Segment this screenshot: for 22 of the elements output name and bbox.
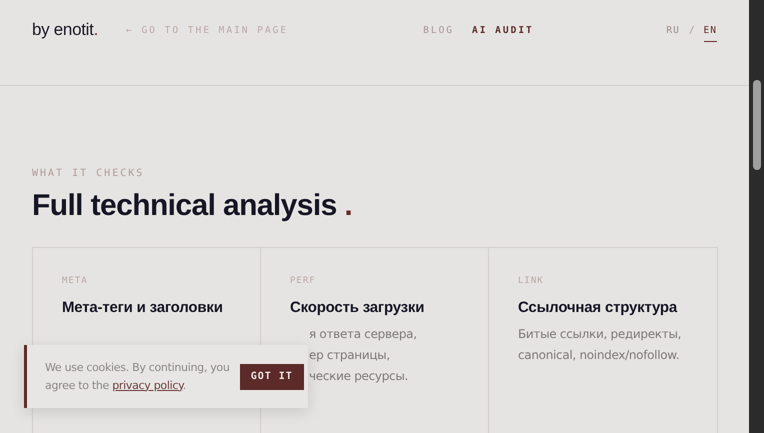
card-description: ер страницы,: [309, 347, 390, 364]
nav-link[interactable]: AI AUDIT: [472, 25, 534, 36]
cookie-text: We use cookies. By continuing, you agree to the privacy policy.: [45, 360, 230, 394]
section-eyebrow: WHAT IT CHECKS: [32, 168, 146, 179]
scrollbar[interactable]: [749, 0, 764, 433]
card-description: Битые ссылки, редиректы,: [518, 326, 682, 343]
privacy-link[interactable]: privacy policy: [112, 378, 183, 392]
card-tag: LINK: [518, 276, 714, 286]
card-title: Мета-теги и заголовки: [62, 299, 224, 316]
language-separator: /: [688, 25, 695, 38]
accept-button[interactable]: GOT IT: [240, 364, 304, 390]
card-title: Скорость загрузки: [290, 299, 426, 316]
language-link[interactable]: EN: [704, 25, 717, 42]
scrollbar-thumb[interactable]: [752, 80, 760, 170]
section-title: Full technical analysis .: [32, 189, 354, 223]
card-description: я ответа сервера,: [309, 326, 417, 343]
card-title: Ссылочная структура: [518, 299, 678, 316]
card-tag: META: [62, 276, 256, 286]
card-description: canonical, noindex/nofollow.: [518, 347, 680, 364]
logo[interactable]: by enotit.: [32, 20, 98, 40]
card-description: ческие ресурсы.: [309, 368, 408, 385]
card-tag: PERF: [290, 276, 484, 286]
